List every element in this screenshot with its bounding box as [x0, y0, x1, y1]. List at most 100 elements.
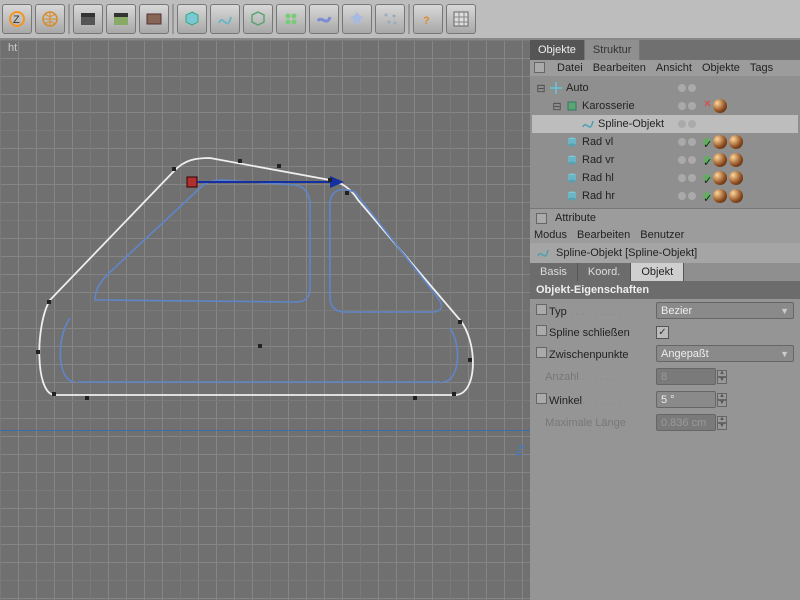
prop-zw-anim[interactable] — [536, 347, 547, 358]
visibility-editor-dot[interactable] — [678, 120, 686, 128]
visibility-render-dot[interactable] — [688, 174, 696, 182]
material-tag-icon[interactable] — [713, 135, 727, 149]
visibility-editor-dot[interactable] — [678, 156, 686, 164]
menubar-toggle[interactable] — [534, 62, 545, 73]
spline-button[interactable] — [210, 4, 240, 34]
menu-ansicht[interactable]: Ansicht — [656, 62, 692, 74]
tree-row[interactable]: ⊟ Karosserie ✕ — [532, 97, 798, 115]
prop-typ-dropdown[interactable]: Bezier▼ — [656, 302, 794, 319]
material-tag-icon[interactable] — [713, 189, 727, 203]
attr-menu-benutzer[interactable]: Benutzer — [640, 229, 684, 241]
disable-tag-icon[interactable]: ✕ — [703, 102, 711, 110]
material-tag-icon[interactable] — [729, 153, 743, 167]
clapper-button[interactable] — [73, 4, 103, 34]
attr-tab-basis[interactable]: Basis — [530, 263, 578, 281]
filmstrip-button[interactable] — [139, 4, 169, 34]
menu-datei[interactable]: Datei — [557, 62, 583, 74]
undo-button[interactable]: Z — [2, 4, 32, 34]
prop-typ-anim[interactable] — [536, 304, 547, 315]
prop-maxlen-spinner: ▲▼ — [717, 416, 727, 430]
tree-toggle-icon[interactable]: ⊟ — [536, 82, 546, 95]
spreadsheet-button[interactable] — [446, 4, 476, 34]
enable-tag-icon[interactable]: ✓ — [703, 156, 711, 164]
panel-tabs: Objekte Struktur — [530, 40, 800, 60]
material-tag-icon[interactable] — [729, 171, 743, 185]
tree-toggle-icon[interactable]: ⊟ — [552, 100, 562, 113]
visibility-editor-dot[interactable] — [678, 192, 686, 200]
menu-tags[interactable]: Tags — [750, 62, 773, 74]
visibility-render-dot[interactable] — [688, 138, 696, 146]
attr-tab-koord[interactable]: Koord. — [578, 263, 631, 281]
prop-winkel: Winkel. . . . . . . 5 ° ▲▼ — [530, 388, 800, 411]
attr-menu-modus[interactable]: Modus — [534, 229, 567, 241]
menu-objekte[interactable]: Objekte — [702, 62, 740, 74]
enable-tag-icon[interactable]: ✓ — [703, 192, 711, 200]
cylinder-icon — [565, 135, 579, 149]
prop-zwischen-dropdown[interactable]: Angepaßt▼ — [656, 345, 794, 362]
tree-row[interactable]: Rad vr ✓ — [532, 151, 798, 169]
attribute-object-name: Spline-Objekt [Spline-Objekt] — [556, 247, 697, 259]
visibility-render-dot[interactable] — [688, 120, 696, 128]
tree-row[interactable]: ⊟ Auto — [532, 79, 798, 97]
object-tree[interactable]: ⊟ Auto ⊟ Karosserie ✕ Spline-Objekt Rad vl … — [530, 76, 800, 208]
prop-winkel-field[interactable]: 5 ° — [656, 391, 716, 408]
tab-structure[interactable]: Struktur — [585, 40, 641, 60]
material-tag-icon[interactable] — [713, 99, 727, 113]
prop-close-checkbox[interactable]: ✓ — [656, 326, 669, 339]
attr-toggle[interactable] — [536, 213, 547, 224]
tree-row[interactable]: Spline-Objekt — [532, 115, 798, 133]
material-tag-icon[interactable] — [713, 171, 727, 185]
visibility-editor-dot[interactable] — [678, 174, 686, 182]
enable-tag-icon[interactable]: ✓ — [703, 174, 711, 182]
prop-anzahl-spinner: ▲▼ — [717, 370, 727, 384]
prop-anzahl-label: Anzahl — [545, 371, 579, 383]
gizmo-origin — [187, 177, 197, 187]
prop-close-anim[interactable] — [536, 325, 547, 336]
attribute-title: Attribute — [555, 212, 596, 224]
prop-anzahl-value: 8 — [661, 371, 667, 383]
prop-zw-label: Zwischenpunkte — [549, 349, 629, 361]
tree-row[interactable]: Rad hl ✓ — [532, 169, 798, 187]
tree-row[interactable]: Rad hr ✓ — [532, 187, 798, 205]
material-tag-icon[interactable] — [713, 153, 727, 167]
visibility-render-dot[interactable] — [688, 84, 696, 92]
material-tag-icon[interactable] — [729, 135, 743, 149]
globe-button[interactable] — [35, 4, 65, 34]
prop-typ-value: Bezier — [661, 305, 692, 317]
prop-winkel-spinner[interactable]: ▲▼ — [717, 393, 727, 407]
cube-button[interactable] — [177, 4, 207, 34]
tree-item-label[interactable]: Rad vl — [582, 136, 675, 148]
scene-button[interactable] — [342, 4, 372, 34]
tree-item-label[interactable]: Rad hl — [582, 172, 675, 184]
tree-item-label[interactable]: Spline-Objekt — [598, 118, 675, 130]
visibility-render-dot[interactable] — [688, 156, 696, 164]
attr-tab-objekt[interactable]: Objekt — [631, 263, 684, 281]
prop-maxlen: Maximale Länge 0.836 cm ▲▼ — [530, 411, 800, 434]
visibility-editor-dot[interactable] — [678, 138, 686, 146]
tree-row[interactable]: Rad vl ✓ — [532, 133, 798, 151]
visibility-editor-dot[interactable] — [678, 102, 686, 110]
viewport[interactable]: ht Z — [0, 40, 530, 600]
gizmo-arrow-z — [330, 176, 344, 188]
help-button[interactable]: ? — [413, 4, 443, 34]
visibility-editor-dot[interactable] — [678, 84, 686, 92]
array-button[interactable] — [276, 4, 306, 34]
prop-winkel-anim[interactable] — [536, 393, 547, 404]
particles-button[interactable] — [375, 4, 405, 34]
tab-objects[interactable]: Objekte — [530, 40, 585, 60]
deformer-button[interactable] — [309, 4, 339, 34]
visibility-render-dot[interactable] — [688, 102, 696, 110]
clapper2-button[interactable] — [106, 4, 136, 34]
tree-item-label[interactable]: Rad vr — [582, 154, 675, 166]
attribute-menubar: Modus Bearbeiten Benutzer — [530, 227, 800, 243]
visibility-render-dot[interactable] — [688, 192, 696, 200]
tree-item-label[interactable]: Auto — [566, 82, 675, 94]
tree-item-label[interactable]: Rad hr — [582, 190, 675, 202]
enable-tag-icon[interactable]: ✓ — [703, 138, 711, 146]
menu-bearbeiten[interactable]: Bearbeiten — [593, 62, 646, 74]
attr-menu-bearbeiten[interactable]: Bearbeiten — [577, 229, 630, 241]
nurbs-button[interactable] — [243, 4, 273, 34]
side-panel: Objekte Struktur Datei Bearbeiten Ansich… — [530, 40, 800, 600]
tree-item-label[interactable]: Karosserie — [582, 100, 675, 112]
material-tag-icon[interactable] — [729, 189, 743, 203]
